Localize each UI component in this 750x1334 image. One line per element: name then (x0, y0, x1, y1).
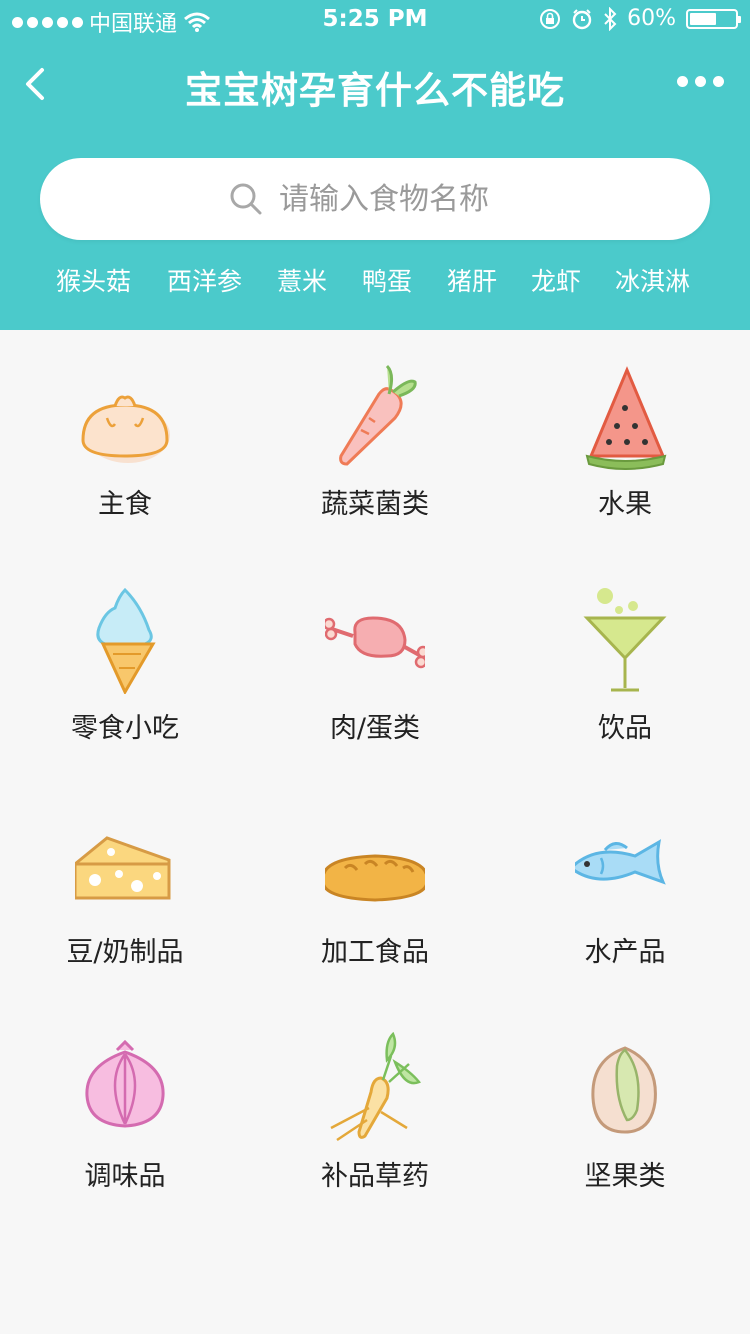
category-item[interactable]: 水产品 (500, 778, 750, 1002)
category-label: 主食 (98, 489, 152, 520)
bluetooth-icon (604, 6, 617, 31)
category-label: 水产品 (584, 937, 666, 968)
status-bar: 中国联通 5:25 PM 60% (0, 0, 750, 40)
battery-icon (686, 8, 741, 29)
category-label: 肉/蛋类 (329, 713, 421, 744)
cocktail-icon (583, 588, 667, 692)
category-item[interactable]: 蔬菜菌类 (250, 330, 500, 554)
category-item[interactable]: 加工食品 (250, 778, 500, 1002)
category-item[interactable]: 补品草药 (250, 1002, 500, 1226)
ice-cream-icon (96, 587, 156, 694)
ginseng-icon (330, 1032, 422, 1142)
battery-percent: 60% (627, 6, 676, 31)
category-item[interactable]: 豆/奶制品 (0, 778, 250, 1002)
watermelon-icon (585, 366, 667, 470)
hot-tag[interactable]: 冰淇淋 (615, 262, 690, 298)
category-label: 蔬菜菌类 (321, 489, 429, 520)
category-label: 补品草药 (321, 1161, 429, 1192)
category-label: 饮品 (598, 713, 652, 744)
category-item[interactable]: 调味品 (0, 1002, 250, 1226)
header: 中国联通 5:25 PM 60% 宝宝树孕育什么不能吃 请输入食物名称 猴头菇 … (0, 0, 750, 330)
cheese-icon (75, 836, 171, 900)
hot-tag[interactable]: 猴头菇 (56, 262, 131, 298)
carrot-icon (339, 364, 417, 466)
alarm-icon (572, 8, 592, 29)
onion-icon (85, 1039, 165, 1128)
hot-tag[interactable]: 龙虾 (531, 262, 581, 298)
hot-tag[interactable]: 西洋参 (167, 262, 242, 298)
category-item[interactable]: 零食小吃 (0, 554, 250, 778)
meat-icon (325, 616, 425, 669)
category-item[interactable]: 坚果类 (500, 1002, 750, 1226)
hot-search-tags: 猴头菇 西洋参 薏米 鸭蛋 猪肝 龙虾 冰淇淋 (0, 262, 750, 302)
more-icon[interactable] (677, 76, 724, 87)
bun-icon (81, 395, 170, 463)
bread-icon (325, 854, 425, 902)
search-bar[interactable] (40, 158, 710, 240)
nav-bar: 宝宝树孕育什么不能吃 (0, 40, 750, 130)
category-item[interactable]: 主食 (0, 330, 250, 554)
category-label: 调味品 (84, 1161, 166, 1192)
category-item[interactable]: 肉/蛋类 (250, 554, 500, 778)
category-item[interactable]: 水果 (500, 330, 750, 554)
category-label: 零食小吃 (71, 713, 179, 744)
hot-tag[interactable]: 鸭蛋 (362, 262, 412, 298)
hot-tag[interactable]: 猪肝 (447, 262, 497, 298)
category-label: 水果 (598, 489, 652, 520)
orientation-lock-icon (540, 8, 561, 29)
pistachio-icon (591, 1046, 657, 1134)
page-title: 宝宝树孕育什么不能吃 (185, 69, 565, 112)
hot-tag[interactable]: 薏米 (277, 262, 327, 298)
category-label: 加工食品 (321, 937, 429, 968)
category-item[interactable]: 饮品 (500, 554, 750, 778)
search-input[interactable] (277, 180, 521, 218)
category-label: 坚果类 (584, 1161, 666, 1192)
fish-icon (575, 839, 666, 885)
search-icon (230, 183, 262, 215)
category-label: 豆/奶制品 (66, 937, 184, 968)
